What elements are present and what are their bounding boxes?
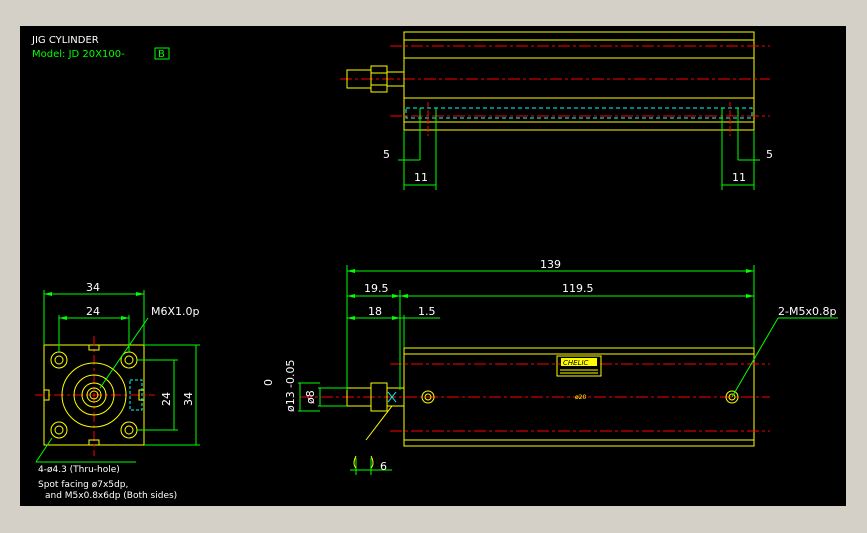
dim-top-left-5: 5: [383, 148, 390, 161]
dim-side-24-top: 24: [86, 305, 100, 318]
leader-line: [99, 317, 149, 389]
dim-139: 139: [540, 258, 561, 271]
front-view: CHELIC ø20 139 19.5 119.5 18 1.5 6 ø8 ø1…: [262, 258, 838, 475]
detail-arc: [353, 455, 374, 469]
mount-hole-inner: [124, 355, 134, 365]
spot-facing-line2: and M5x0.8x6dp (Both sides): [45, 491, 177, 501]
port-label: 2-M5x0.8p: [778, 305, 836, 318]
mount-hole: [50, 421, 68, 439]
drawing-canvas: JIG CYLINDER Model: JD 20X100- B 5 11 5 …: [20, 26, 846, 506]
tol-lower: -0.05: [284, 360, 297, 388]
dim-18: 18: [368, 305, 382, 318]
hole-label: 4-ø4.3 (Thru-hole): [38, 465, 120, 475]
dim-119-5: 119.5: [562, 282, 594, 295]
drawing-title: JIG CYLINDER: [31, 35, 99, 46]
dim-top-right-5: 5: [766, 148, 773, 161]
dim-6: 6: [380, 460, 387, 473]
dim-19-5: 19.5: [364, 282, 389, 295]
cad-drawing: JIG CYLINDER Model: JD 20X100- B 5 11 5 …: [31, 31, 838, 501]
brand-label: CHELIC: [563, 359, 589, 367]
dim-side-34-top: 34: [86, 281, 100, 294]
mount-hole-inner: [54, 425, 64, 435]
dim-side-34: 34: [182, 392, 195, 406]
model-label: Model: JD 20X100-: [32, 49, 125, 60]
tol-upper: 0: [262, 379, 275, 386]
window-frame: JIG CYLINDER Model: JD 20X100- B 5 11 5 …: [0, 0, 867, 533]
dim-1-5: 1.5: [418, 305, 436, 318]
side-view: 34 24 24 34 M6X1.0p 4-ø4.3 (Thru-hole) S…: [35, 281, 200, 501]
dia-13: ø13: [284, 391, 297, 412]
dia-8: ø8: [304, 390, 317, 404]
leader-line: [731, 317, 779, 398]
model-suffix: B: [158, 49, 165, 60]
mount-hole-inner: [54, 355, 64, 365]
dim-top-left-11: 11: [414, 171, 428, 184]
body-marking: ø20: [575, 394, 586, 401]
mount-hole-inner: [124, 425, 134, 435]
top-view-body: [403, 31, 755, 131]
mount-hole: [120, 421, 138, 439]
dim-top-right-11: 11: [732, 171, 746, 184]
spot-facing-line1: Spot facing ø7x5dp,: [38, 480, 128, 490]
dim-side-24: 24: [160, 392, 173, 406]
top-view: 5 11 5 11: [340, 31, 773, 190]
mount-hole: [50, 351, 68, 369]
thread-label: M6X1.0p: [151, 305, 200, 318]
